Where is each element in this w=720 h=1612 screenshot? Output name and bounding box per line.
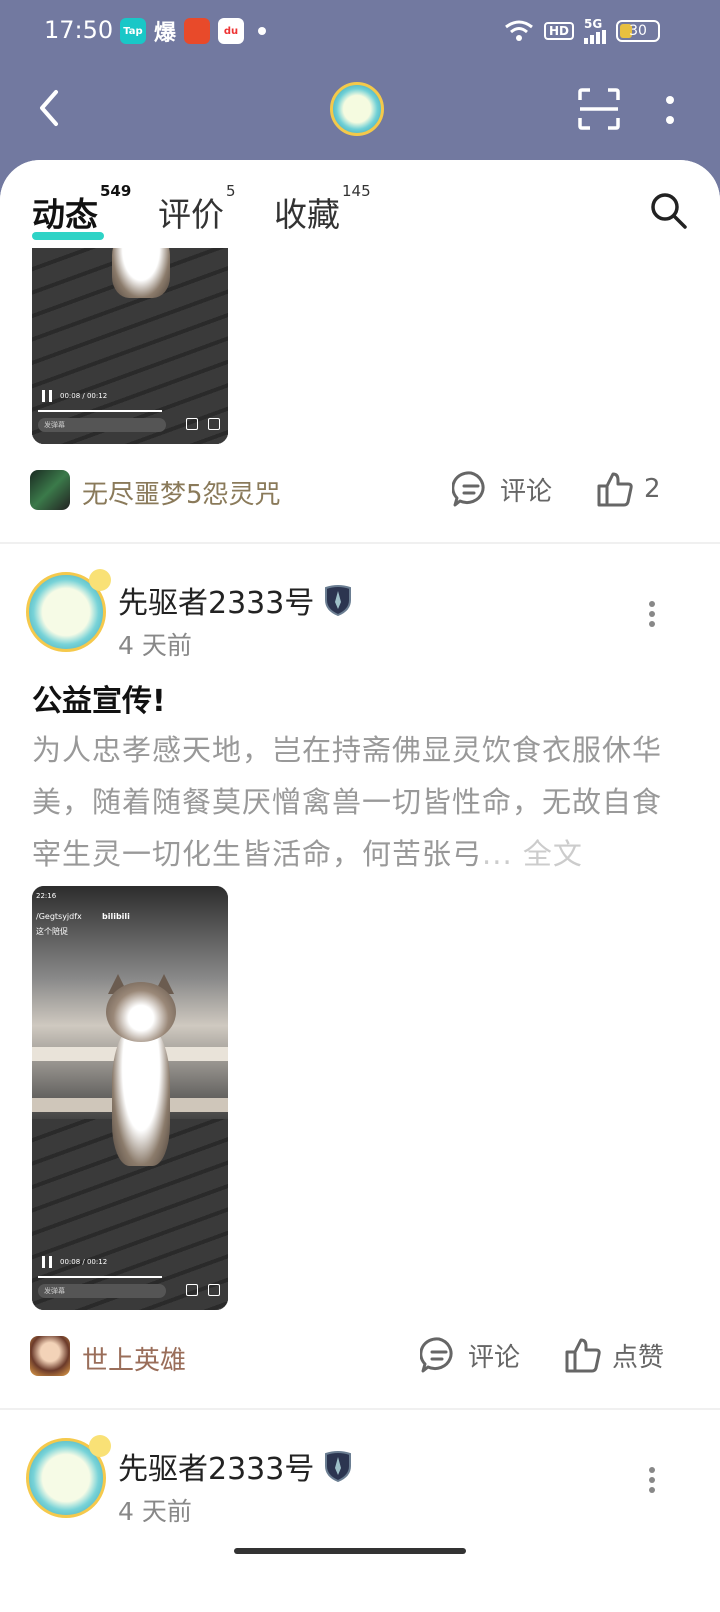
video-overlay-line1: /Gegtsyjdfx <box>36 912 82 921</box>
tab-feed[interactable]: 动态549 <box>32 182 131 240</box>
tab-favorites[interactable]: 收藏145 <box>274 182 371 236</box>
tab-reviews[interactable]: 评价5 <box>158 182 236 236</box>
danmu-input[interactable]: 发弹幕 <box>38 1284 166 1298</box>
game-tag-label[interactable]: 世上英雄 <box>82 1340 186 1377</box>
post-time: 4 天前 <box>118 1497 192 1526</box>
tab-bar: 动态549 评价5 收藏145 <box>0 160 720 248</box>
post-more-icon[interactable] <box>648 600 656 628</box>
thumbs-up-icon <box>597 472 633 507</box>
badge-shield-icon <box>325 585 352 616</box>
search-icon[interactable] <box>648 190 688 230</box>
tab-feed-count: 549 <box>100 182 132 200</box>
network-type: 5G <box>584 17 603 31</box>
post-video-thumbnail[interactable]: 00:08 / 00:12 发弹幕 <box>32 248 228 444</box>
comment-label: 评论 <box>468 1342 521 1373</box>
post-divider <box>0 1408 720 1410</box>
like-button[interactable]: 点赞 <box>564 1336 664 1374</box>
video-progress-bar[interactable] <box>38 410 162 412</box>
pip-icon[interactable] <box>208 418 220 430</box>
post-body[interactable]: 为人忠孝感天地，岂在持斋佛显灵饮食衣服休华美，随着随餐莫厌憎禽兽一切皆性命，无故… <box>32 724 672 880</box>
post-time: 4 天前 <box>118 631 192 660</box>
thumbs-up-icon <box>565 1338 601 1373</box>
username[interactable]: 先驱者2333号 <box>118 578 314 622</box>
danmu-input[interactable]: 发弹幕 <box>38 418 166 432</box>
post-video-thumbnail[interactable]: 22:16 /Gegtsyjdfx 这个陪促 bilibili 00:08 / … <box>32 886 228 1310</box>
comment-icon <box>420 1337 453 1373</box>
comment-icon <box>452 471 485 507</box>
read-more-link[interactable]: ... 全文 <box>482 837 583 871</box>
hd-icon: HD <box>543 22 574 40</box>
fullscreen-icon[interactable] <box>186 1284 198 1296</box>
video-timecode: 00:08 / 00:12 <box>60 1258 108 1266</box>
badge-shield-icon <box>325 1451 352 1482</box>
bao-icon: 爆 <box>154 21 177 46</box>
tab-reviews-count: 5 <box>226 182 236 200</box>
battery-level: 30 <box>629 23 647 39</box>
pause-icon[interactable] <box>42 390 52 402</box>
fullscreen-icon[interactable] <box>186 418 198 430</box>
status-bar: 17:50 Tap 爆 du HD 5G 30 <box>0 0 720 64</box>
wifi-icon <box>505 20 533 41</box>
taptap-icon: Tap <box>120 18 146 44</box>
game-avatar[interactable] <box>30 470 70 510</box>
like-label: 点赞 <box>612 1342 665 1373</box>
top-header <box>0 64 720 160</box>
username-row: 先驱者2333号 <box>118 1444 352 1488</box>
comment-button[interactable]: 评论 <box>420 1336 520 1374</box>
system-icons: HD 5G 30 <box>504 18 660 44</box>
game-tag-label[interactable]: 无尽噩梦5怨灵咒 <box>82 474 281 511</box>
tab-favorites-count: 145 <box>342 182 371 200</box>
battery-icon: 30 <box>616 20 660 42</box>
home-indicator[interactable] <box>234 1548 466 1554</box>
signal-icon: 5G <box>584 18 606 44</box>
tab-active-indicator <box>32 232 104 240</box>
bilibili-logo: bilibili <box>102 912 130 921</box>
game-avatar[interactable] <box>30 1336 70 1376</box>
back-arrow-icon[interactable] <box>30 86 70 130</box>
user-avatar[interactable] <box>26 1435 111 1518</box>
profile-content-sheet: 动态549 评价5 收藏145 00:08 / 00:12 发弹幕 无尽噩梦5怨… <box>0 160 720 1612</box>
pip-icon[interactable] <box>208 1284 220 1296</box>
username[interactable]: 先驱者2333号 <box>118 1444 314 1488</box>
status-time: 17:50 <box>44 16 114 44</box>
more-notifications-dot <box>258 27 267 35</box>
du-app-icon: du <box>218 18 245 44</box>
username-row: 先驱者2333号 <box>118 578 352 622</box>
more-options-icon[interactable] <box>664 92 676 128</box>
orange-app-icon <box>184 18 211 44</box>
scan-icon[interactable] <box>578 88 620 130</box>
pause-icon[interactable] <box>42 1256 52 1268</box>
comment-button[interactable]: 评论 <box>452 470 552 508</box>
tab-feed-label: 动态 <box>32 195 98 234</box>
header-avatar[interactable] <box>330 82 384 136</box>
video-progress-bar[interactable] <box>38 1276 162 1278</box>
user-avatar[interactable] <box>26 569 111 652</box>
post-title: 公益宣传! <box>32 684 166 719</box>
like-button[interactable]: 2 <box>596 470 661 508</box>
video-overlay-line2: 这个陪促 <box>36 927 68 936</box>
like-count: 2 <box>644 474 661 504</box>
post-more-icon[interactable] <box>648 1466 656 1494</box>
comment-label: 评论 <box>500 476 553 507</box>
tab-favorites-label: 收藏 <box>274 195 340 234</box>
notification-icons: Tap 爆 du <box>120 18 267 46</box>
post-divider <box>0 542 720 544</box>
video-timecode: 00:08 / 00:12 <box>60 392 108 400</box>
video-clock: 22:16 <box>36 892 57 900</box>
tab-reviews-label: 评价 <box>158 195 224 234</box>
